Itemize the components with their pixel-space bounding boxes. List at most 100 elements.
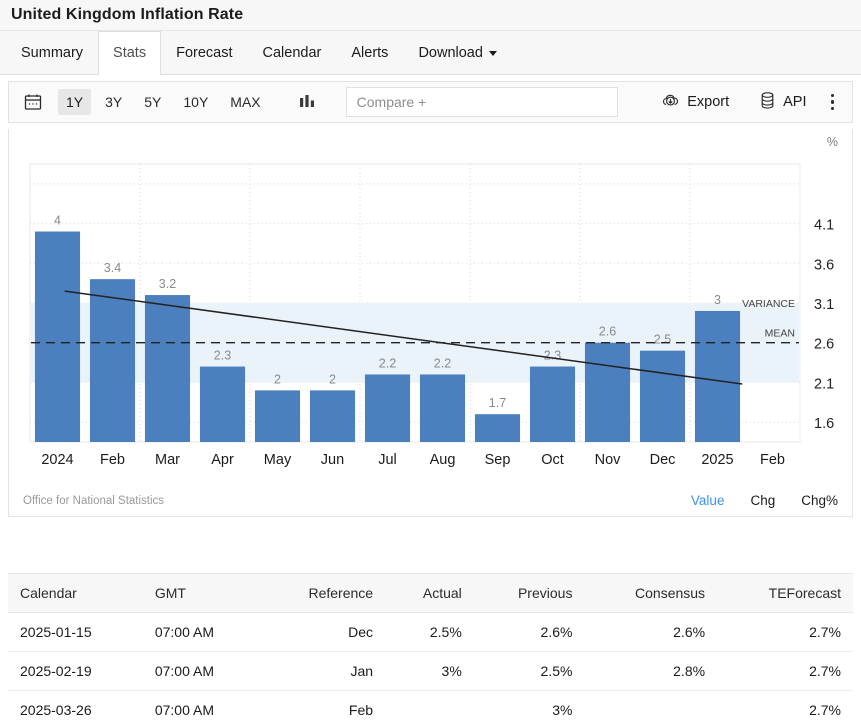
calendar-icon[interactable] xyxy=(17,87,49,117)
column-header-calendar[interactable]: Calendar xyxy=(8,574,143,613)
tab-alerts[interactable]: Alerts xyxy=(336,31,403,74)
value-toggle-value[interactable]: Value xyxy=(691,493,725,508)
mean-annotation: MEAN xyxy=(765,328,795,340)
page-root: United Kingdom Inflation Rate SummarySta… xyxy=(0,0,861,724)
bar[interactable] xyxy=(475,414,520,442)
x-axis-tick-label: 2025 xyxy=(701,452,733,468)
export-label: Export xyxy=(687,94,729,110)
database-icon xyxy=(759,91,776,114)
tab-label: Download xyxy=(418,45,483,61)
cell-gmt: 07:00 AM xyxy=(143,652,260,691)
bar[interactable] xyxy=(640,351,685,442)
cell-teforecast: 2.7% xyxy=(717,691,853,724)
chart-footer: Office for National Statistics Value Chg C… xyxy=(9,493,852,508)
cell-previous: 3% xyxy=(474,691,585,724)
tab-download[interactable]: Download xyxy=(403,31,512,74)
export-button[interactable]: Export xyxy=(653,87,737,118)
value-toggle-chg[interactable]: Chg xyxy=(750,493,775,508)
tab-summary[interactable]: Summary xyxy=(6,31,98,74)
column-header-consensus[interactable]: Consensus xyxy=(584,574,717,613)
x-axis-tick-label: Apr xyxy=(211,452,234,468)
y-axis-tick-label: 3.1 xyxy=(814,297,834,313)
table-row[interactable]: 2025-01-1507:00 AMDec2.5%2.6%2.6%2.7% xyxy=(8,613,853,652)
tab-calendar[interactable]: Calendar xyxy=(248,31,337,74)
x-axis-tick-label: Mar xyxy=(155,452,180,468)
compare-input[interactable] xyxy=(346,87,618,117)
bar[interactable] xyxy=(530,367,575,442)
y-axis-tick-label: 3.6 xyxy=(814,257,834,273)
value-toggle-group: Value Chg Chg% xyxy=(691,493,838,508)
y-axis-tick-label: 2.1 xyxy=(814,376,834,392)
inflation-bar-chart[interactable]: 43.43.22.3222.22.21.72.32.62.53VARIANCEM… xyxy=(9,129,852,469)
cell-calendar: 2025-02-19 xyxy=(8,652,143,691)
calendar-table: CalendarGMTReferenceActualPreviousConsen… xyxy=(8,573,853,724)
tab-stats[interactable]: Stats xyxy=(98,31,161,75)
x-axis-tick-label: Feb xyxy=(100,452,125,468)
y-axis-tick-label: 1.6 xyxy=(814,416,834,432)
cell-calendar: 2025-01-15 xyxy=(8,613,143,652)
cell-gmt: 07:00 AM xyxy=(143,613,260,652)
bar-value-label: 2.6 xyxy=(599,325,616,339)
chart-toolbar: 1Y3Y5Y10YMAX Export xyxy=(8,81,853,123)
bar[interactable] xyxy=(365,374,410,442)
bar-value-label: 3.2 xyxy=(159,277,176,291)
chart-source: Office for National Statistics xyxy=(23,495,164,507)
cell-actual: 2.5% xyxy=(385,613,474,652)
cell-reference: Feb xyxy=(260,691,385,724)
bar-value-label: 2 xyxy=(329,372,336,386)
column-header-previous[interactable]: Previous xyxy=(474,574,585,613)
range-selector: 1Y3Y5Y10YMAX xyxy=(55,89,272,115)
table-row[interactable]: 2025-03-2607:00 AMFeb3%2.7% xyxy=(8,691,853,724)
cell-gmt: 07:00 AM xyxy=(143,691,260,724)
column-header-actual[interactable]: Actual xyxy=(385,574,474,613)
api-label: API xyxy=(783,94,806,110)
bar[interactable] xyxy=(35,232,80,442)
tab-forecast[interactable]: Forecast xyxy=(161,31,247,74)
bar-value-label: 2.2 xyxy=(379,356,396,370)
x-axis-tick-label: 2024 xyxy=(41,452,73,468)
bar-value-label: 3.4 xyxy=(104,261,121,275)
y-axis-tick-label: 4.1 xyxy=(814,218,834,234)
bar[interactable] xyxy=(145,295,190,442)
bar[interactable] xyxy=(200,367,245,442)
range-button-3y[interactable]: 3Y xyxy=(97,89,130,115)
table-row[interactable]: 2025-02-1907:00 AMJan3%2.5%2.8%2.7% xyxy=(8,652,853,691)
bar-value-label: 2.3 xyxy=(544,349,561,363)
bar[interactable] xyxy=(420,374,465,442)
bar[interactable] xyxy=(255,390,300,442)
calendar-table-wrap: CalendarGMTReferenceActualPreviousConsen… xyxy=(8,573,853,724)
bar-value-label: 3 xyxy=(714,293,721,307)
range-button-5y[interactable]: 5Y xyxy=(136,89,169,115)
bar[interactable] xyxy=(585,343,630,442)
bar-value-label: 2.5 xyxy=(654,333,671,347)
chart-panel: % 43.43.22.3222.22.21.72.32.62.53VARIANC… xyxy=(8,129,853,517)
cell-previous: 2.6% xyxy=(474,613,585,652)
value-toggle-chgpct[interactable]: Chg% xyxy=(801,493,838,508)
cell-teforecast: 2.7% xyxy=(717,613,853,652)
toolbar-actions: Export API xyxy=(639,87,844,118)
cell-consensus xyxy=(584,691,717,724)
range-button-max[interactable]: MAX xyxy=(222,89,268,115)
api-button[interactable]: API xyxy=(751,87,814,118)
column-header-gmt[interactable]: GMT xyxy=(143,574,260,613)
tab-label: Summary xyxy=(21,45,83,61)
chart-unit-label: % xyxy=(827,135,838,149)
kebab-menu-icon[interactable] xyxy=(815,88,845,117)
cell-teforecast: 2.7% xyxy=(717,652,853,691)
x-axis-tick-label: Aug xyxy=(430,452,456,468)
tab-label: Alerts xyxy=(351,45,388,61)
x-axis-tick-label: Jul xyxy=(378,452,397,468)
cell-actual xyxy=(385,691,474,724)
y-axis-tick-label: 2.6 xyxy=(814,337,834,353)
tab-label: Calendar xyxy=(263,45,322,61)
column-header-reference[interactable]: Reference xyxy=(260,574,385,613)
bar[interactable] xyxy=(90,279,135,442)
bar[interactable] xyxy=(695,311,740,442)
cell-previous: 2.5% xyxy=(474,652,585,691)
bar-value-label: 2.2 xyxy=(434,356,451,370)
bar[interactable] xyxy=(310,390,355,442)
range-button-10y[interactable]: 10Y xyxy=(175,89,216,115)
bar-chart-icon[interactable] xyxy=(290,88,324,116)
column-header-teforecast[interactable]: TEForecast xyxy=(717,574,853,613)
range-button-1y[interactable]: 1Y xyxy=(58,89,91,115)
